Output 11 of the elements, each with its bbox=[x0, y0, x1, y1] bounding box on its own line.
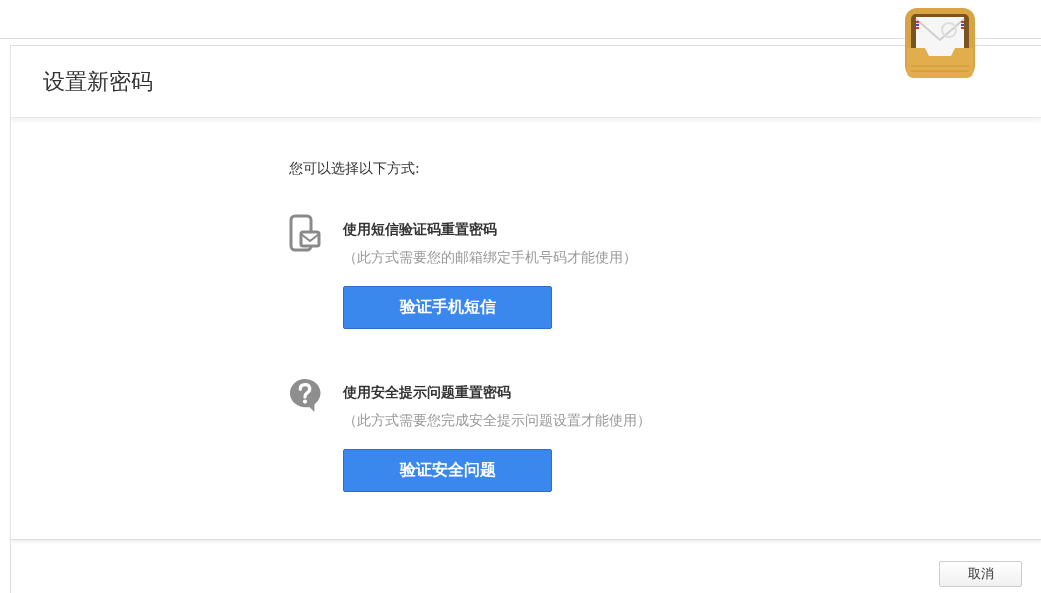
intro-text: 您可以选择以下方式: bbox=[289, 160, 421, 178]
option-note: （此方式需要您的邮箱绑定手机号码才能使用） bbox=[343, 249, 637, 267]
option-title: 使用短信验证码重置密码 bbox=[343, 221, 498, 239]
option-note: （此方式需要您完成安全提示问题设置才能使用） bbox=[343, 412, 651, 430]
verify-button[interactable]: 验证安全问题 bbox=[343, 449, 552, 492]
cancel-button[interactable]: 取消 bbox=[939, 561, 1022, 587]
question-bubble-icon bbox=[289, 377, 321, 413]
dialog-title: 设置新密码 bbox=[43, 67, 153, 96]
option-title: 使用安全提示问题重置密码 bbox=[343, 384, 512, 402]
verify-button[interactable]: 验证手机短信 bbox=[343, 286, 552, 329]
phone-envelope-icon bbox=[289, 214, 321, 254]
